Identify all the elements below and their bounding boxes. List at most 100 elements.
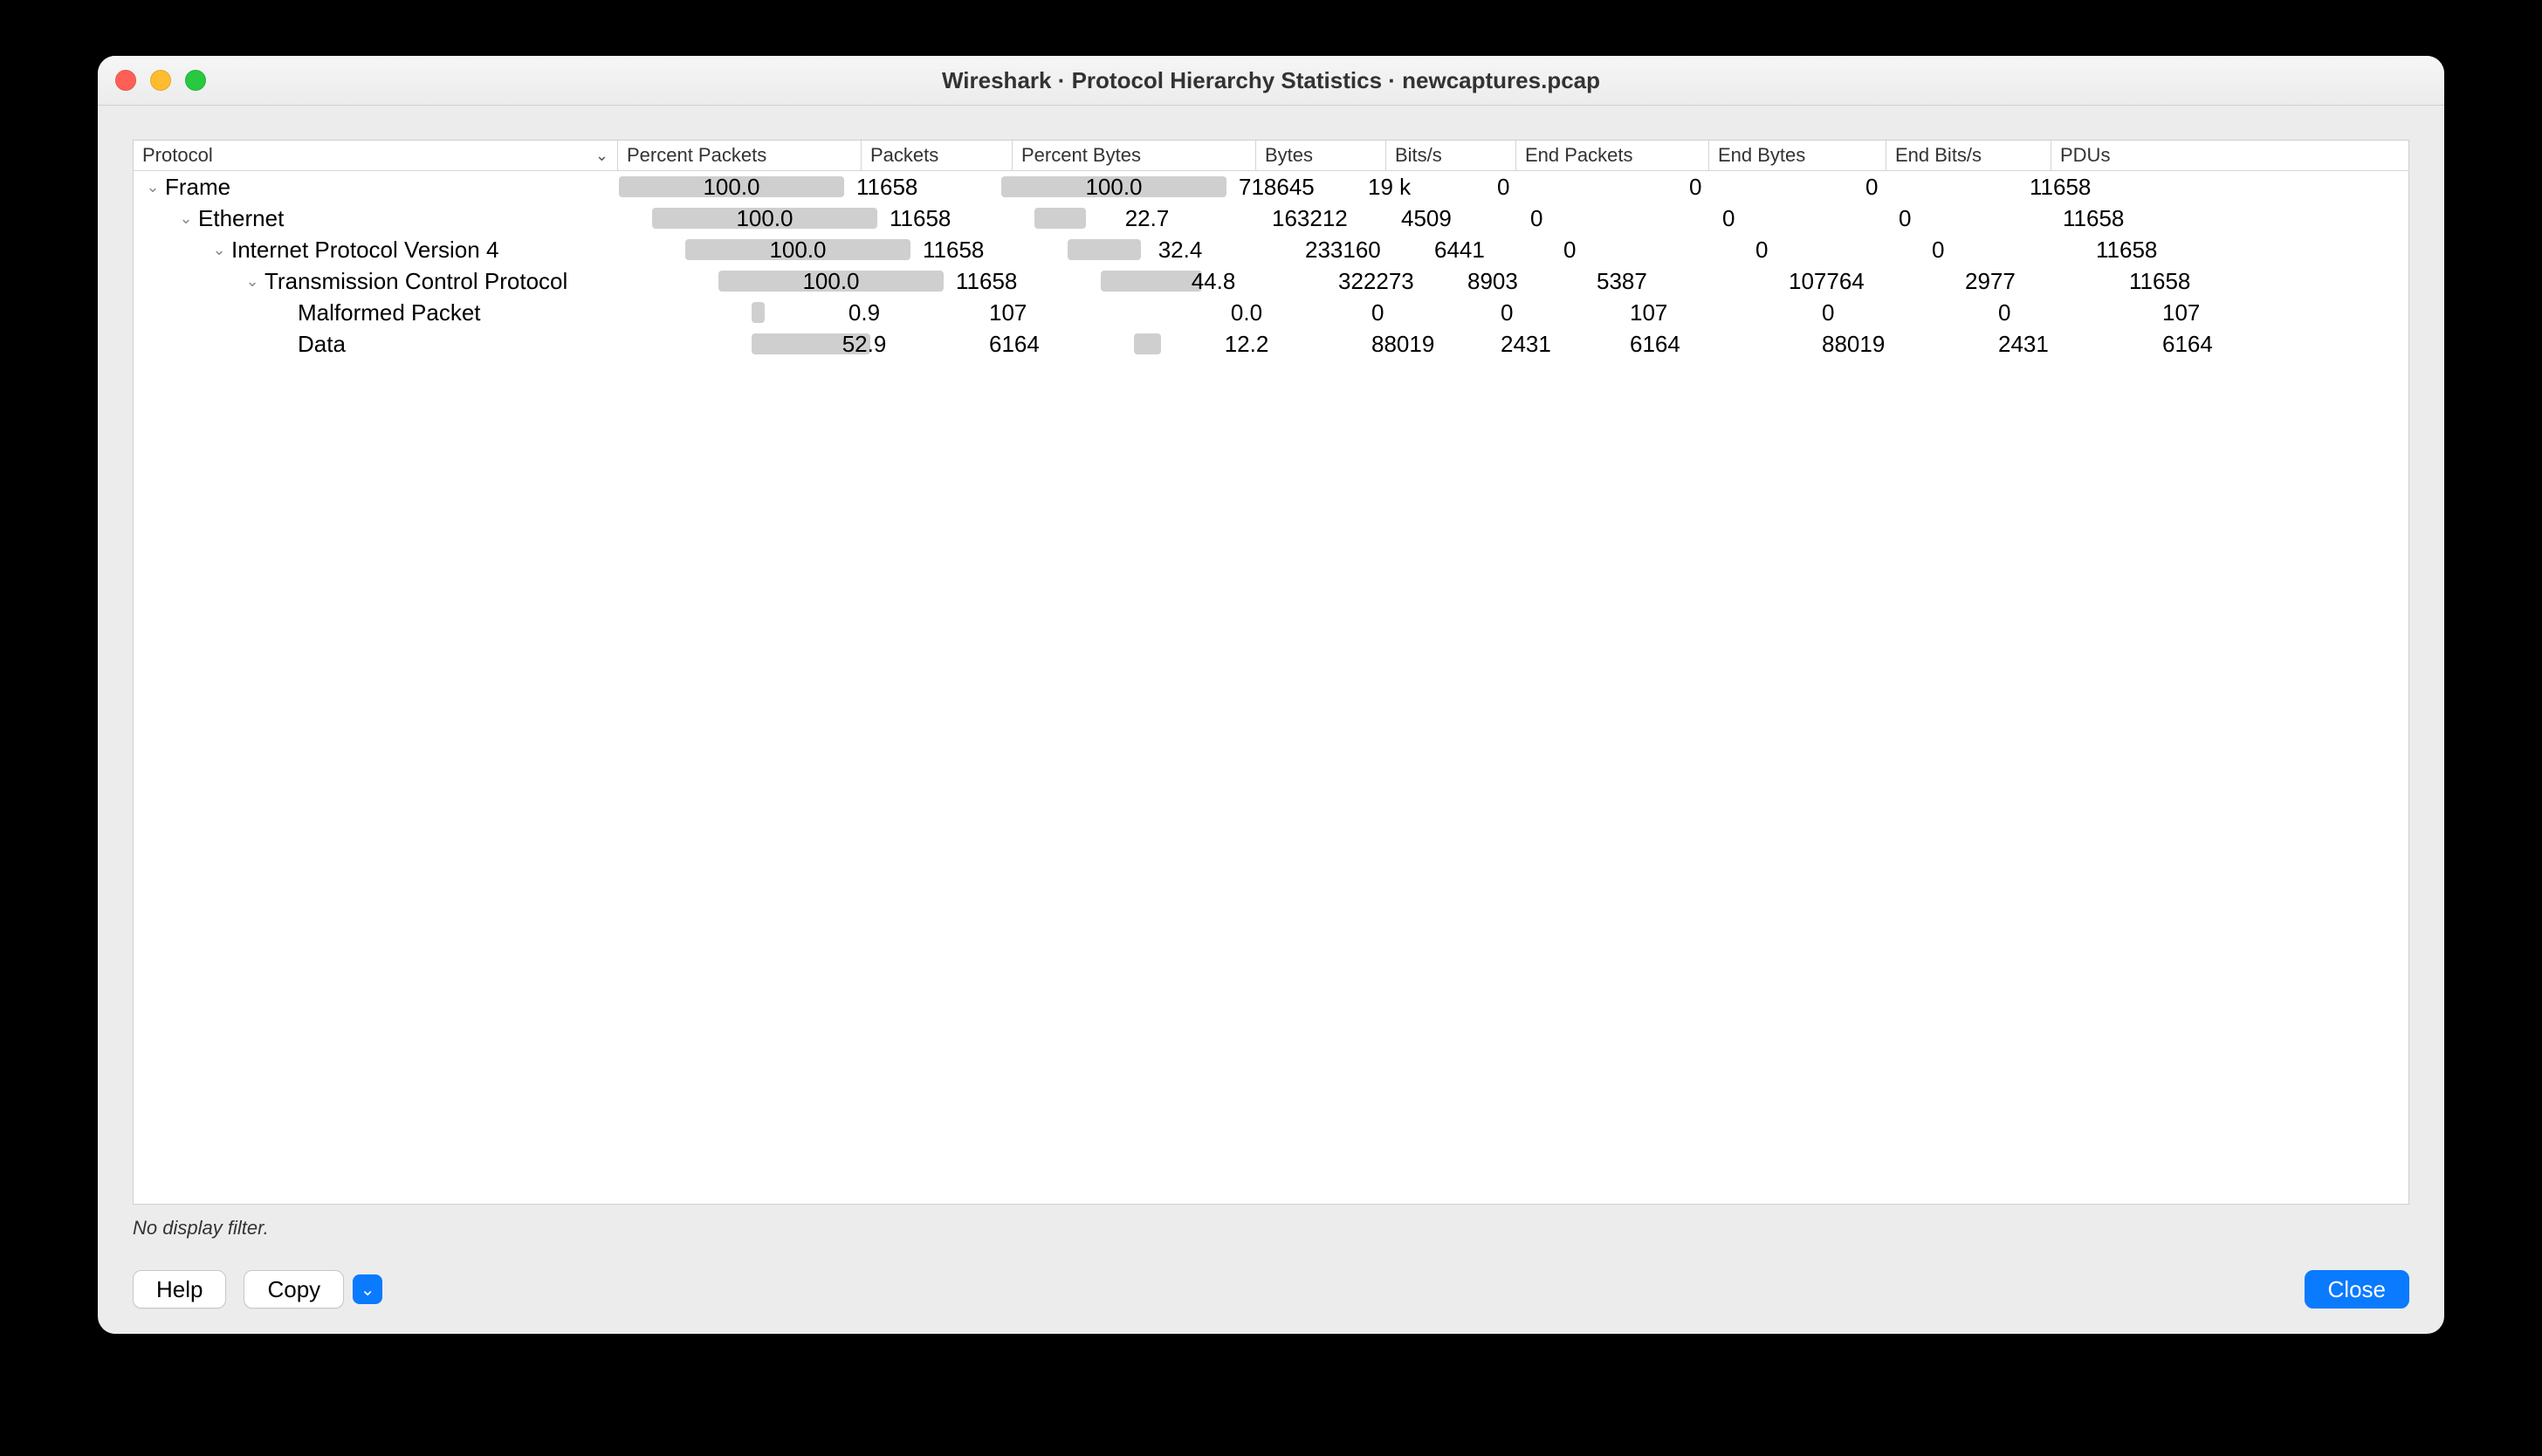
cell-packets: 11658 <box>914 234 1064 265</box>
cell-percent-packets: 100.0 <box>682 234 914 265</box>
cell-value: 11658 <box>2096 237 2157 264</box>
sort-indicator-icon: ⌄ <box>595 147 608 165</box>
protocol-name: Transmission Control Protocol <box>265 268 567 295</box>
column-percent-bytes[interactable]: Percent Bytes <box>1012 141 1255 170</box>
cell-bits-s: 6441 <box>1426 234 1555 265</box>
table-body: ⌄Frame100.011658100.071864519 k00011658⌄… <box>134 171 2408 360</box>
cell-bytes: 163212 <box>1263 203 1392 234</box>
cell-percent-bytes: 100.0 <box>998 171 1230 203</box>
column-end-packets[interactable]: End Packets <box>1515 141 1708 170</box>
cell-bits-s: 19 k <box>1359 171 1488 203</box>
cell-value: 0 <box>1563 237 1576 264</box>
cell-value: 6164 <box>1630 331 1680 358</box>
percent-label: 32.4 <box>1158 237 1203 264</box>
cell-value: 107 <box>1630 299 1667 326</box>
display-filter-status: No display filter. <box>133 1217 269 1240</box>
percent-label: 100.0 <box>769 237 826 264</box>
cell-protocol: ⌄Frame <box>134 171 615 203</box>
cell-value: 88019 <box>1371 331 1434 358</box>
disclosure-expanded-icon[interactable]: ⌄ <box>174 209 198 228</box>
cell-end-bits-s: 2977 <box>1956 265 2120 297</box>
cell-end-bits-s: 0 <box>1857 171 2021 203</box>
cell-value: 0 <box>1865 174 1878 201</box>
cell-end-packets: 0 <box>1555 234 1747 265</box>
column-label: End Packets <box>1525 144 1633 167</box>
disclosure-placeholder: ⌄ <box>273 304 298 322</box>
disclosure-expanded-icon[interactable]: ⌄ <box>207 241 231 259</box>
protocol-name: Frame <box>165 174 230 201</box>
cell-end-bits-s: 0 <box>1923 234 2087 265</box>
cell-end-bytes: 0 <box>1680 171 1857 203</box>
cell-value: 11658 <box>2030 174 2091 201</box>
column-bits-s[interactable]: Bits/s <box>1385 141 1515 170</box>
cell-value: 2431 <box>1998 331 2049 358</box>
column-end-bytes[interactable]: End Bytes <box>1708 141 1886 170</box>
cell-value: 0 <box>1497 174 1509 201</box>
percent-bar <box>1034 208 1086 229</box>
cell-value: 0 <box>1371 299 1384 326</box>
table-row[interactable]: ⌄Frame100.011658100.071864519 k00011658 <box>134 171 2408 203</box>
column-pdus[interactable]: PDUs <box>2051 141 2243 170</box>
cell-bits-s: 2431 <box>1492 328 1621 360</box>
protocol-name: Malformed Packet <box>298 299 481 326</box>
cell-end-bytes: 0 <box>1714 203 1890 234</box>
column-label: Packets <box>870 144 938 167</box>
cell-pdus: 11658 <box>2087 234 2279 265</box>
table-row[interactable]: ⌄Ethernet100.01165822.716321245090001165… <box>134 203 2408 234</box>
cell-value: 88019 <box>1822 331 1885 358</box>
protocol-name: Ethernet <box>198 205 284 232</box>
cell-value: 5387 <box>1597 268 1647 295</box>
column-label: Bytes <box>1265 144 1313 167</box>
column-percent-packets[interactable]: Percent Packets <box>617 141 861 170</box>
disclosure-expanded-icon[interactable]: ⌄ <box>240 272 265 291</box>
cell-percent-packets: 100.0 <box>615 171 848 203</box>
cell-value: 107 <box>989 299 1027 326</box>
percent-label: 100.0 <box>1085 174 1142 201</box>
titlebar: Wireshark · Protocol Hierarchy Statistic… <box>98 56 2444 106</box>
cell-value: 0 <box>1689 174 1701 201</box>
column-label: Bits/s <box>1395 144 1442 167</box>
cell-bytes: 0 <box>1363 297 1492 328</box>
help-button[interactable]: Help <box>133 1270 226 1308</box>
cell-value: 6164 <box>2162 331 2213 358</box>
cell-percent-bytes: 22.7 <box>1031 203 1263 234</box>
percent-bar <box>1068 239 1141 260</box>
cell-percent-packets: 52.9 <box>748 328 980 360</box>
column-label: End Bits/s <box>1895 144 1982 167</box>
cell-value: 0 <box>1530 205 1542 232</box>
cell-protocol: ⌄Data <box>134 328 748 360</box>
protocol-name: Internet Protocol Version 4 <box>231 237 498 264</box>
cell-packets: 11658 <box>881 203 1031 234</box>
column-protocol[interactable]: Protocol ⌄ <box>134 141 617 170</box>
table-row[interactable]: ⌄Internet Protocol Version 4 100.0 11658 32… <box>134 234 2408 265</box>
table-row[interactable]: ⌄Data52.9616412.288019243161648801924316… <box>134 328 2408 360</box>
cell-percent-bytes: 44.8 <box>1097 265 1329 297</box>
cell-percent-packets: 100.0 <box>715 265 947 297</box>
cell-end-bytes: 0 <box>1747 234 1923 265</box>
cell-percent-bytes: 12.2 <box>1130 328 1363 360</box>
column-end-bits-s[interactable]: End Bits/s <box>1886 141 2051 170</box>
cell-value: 8903 <box>1467 268 1518 295</box>
percent-label: 52.9 <box>842 331 887 358</box>
cell-end-packets: 0 <box>1522 203 1714 234</box>
copy-button[interactable]: Copy <box>244 1270 344 1308</box>
cell-bytes: 233160 <box>1296 234 1426 265</box>
cell-protocol: ⌄Transmission Control Protocol <box>134 265 715 297</box>
column-packets[interactable]: Packets <box>861 141 1012 170</box>
cell-packets: 6164 <box>980 328 1130 360</box>
cell-pdus: 107 <box>2154 297 2346 328</box>
column-bytes[interactable]: Bytes <box>1255 141 1385 170</box>
close-button[interactable]: Close <box>2305 1270 2409 1308</box>
cell-value: 11658 <box>2063 205 2124 232</box>
table-row[interactable]: ⌄Malformed Packet0.91070.00010700107 <box>134 297 2408 328</box>
cell-packets: 11658 <box>947 265 1097 297</box>
cell-bits-s: 0 <box>1492 297 1621 328</box>
disclosure-expanded-icon[interactable]: ⌄ <box>141 178 165 196</box>
percent-bar <box>1134 333 1161 354</box>
table-row[interactable]: ⌄Transmission Control Protocol100.011658… <box>134 265 2408 297</box>
percent-label: 44.8 <box>1192 268 1236 295</box>
cell-bytes: 718645 <box>1230 171 1359 203</box>
cell-value: 11658 <box>956 268 1017 295</box>
copy-menu-dropdown[interactable]: ⌄ <box>353 1274 382 1304</box>
cell-protocol: ⌄Internet Protocol Version 4 <box>134 234 682 265</box>
